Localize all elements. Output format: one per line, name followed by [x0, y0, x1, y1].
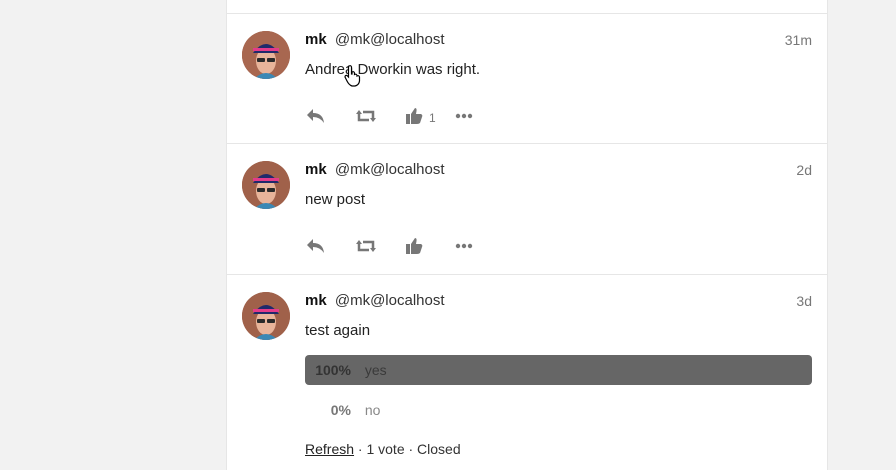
reply-icon: [307, 239, 324, 253]
status-content: Andrea Dworkin was right.: [305, 61, 481, 78]
timestamp[interactable]: 31m: [785, 30, 812, 50]
boost-icon: [356, 110, 376, 122]
favourite-icon: [406, 108, 423, 124]
more-button[interactable]: [455, 104, 505, 128]
favourite-button[interactable]: 1: [405, 104, 455, 128]
timeline-column: mk @mk@localhost 31m Andrea Dworkin was …: [226, 0, 828, 470]
boost-button[interactable]: [355, 234, 405, 258]
action-bar: [305, 234, 505, 258]
reply-icon: [307, 109, 324, 123]
avatar[interactable]: [242, 292, 290, 340]
boost-icon: [356, 240, 376, 252]
display-name[interactable]: mk: [305, 31, 327, 48]
account-handle[interactable]: @mk@localhost: [335, 292, 445, 309]
status-post[interactable]: mk @mk@localhost 2d new post: [227, 144, 827, 275]
account-handle[interactable]: @mk@localhost: [335, 161, 445, 178]
poll-summary: · 1 vote · Closed: [354, 441, 461, 457]
boost-button[interactable]: [355, 104, 405, 128]
status-content: test again: [305, 322, 371, 339]
timestamp[interactable]: 2d: [796, 160, 812, 180]
status-post[interactable]: mk @mk@localhost 31m Andrea Dworkin was …: [227, 14, 827, 144]
favourite-count: 1: [429, 111, 436, 125]
reply-button[interactable]: [305, 104, 355, 128]
poll-option: 100% yes: [305, 355, 812, 385]
poll-option-percent: 100%: [315, 362, 351, 378]
more-icon: [455, 113, 473, 119]
display-name[interactable]: mk: [305, 161, 327, 178]
more-button[interactable]: [455, 234, 505, 258]
poll-option: 0% no: [305, 395, 812, 425]
poll-option-label: yes: [364, 362, 387, 378]
favourite-icon: [406, 238, 423, 254]
more-icon: [455, 243, 473, 249]
avatar[interactable]: [242, 31, 290, 79]
action-bar: 1: [305, 104, 505, 128]
poll-footer: Refresh · 1 vote · Closed: [305, 441, 461, 457]
poll-refresh-link[interactable]: Refresh: [305, 441, 354, 457]
status-content: new post: [305, 191, 366, 208]
status-post[interactable]: mk @mk@localhost 3d test again 100% yes …: [227, 275, 827, 470]
poll: 100% yes 0% no: [305, 355, 812, 435]
display-name[interactable]: mk: [305, 292, 327, 309]
favourite-button[interactable]: [405, 234, 455, 258]
timestamp[interactable]: 3d: [796, 291, 812, 311]
avatar[interactable]: [242, 161, 290, 209]
poll-option-label: no: [364, 402, 381, 418]
poll-option-percent: 0%: [330, 402, 351, 418]
reply-button[interactable]: [305, 234, 355, 258]
account-handle[interactable]: @mk@localhost: [335, 31, 445, 48]
